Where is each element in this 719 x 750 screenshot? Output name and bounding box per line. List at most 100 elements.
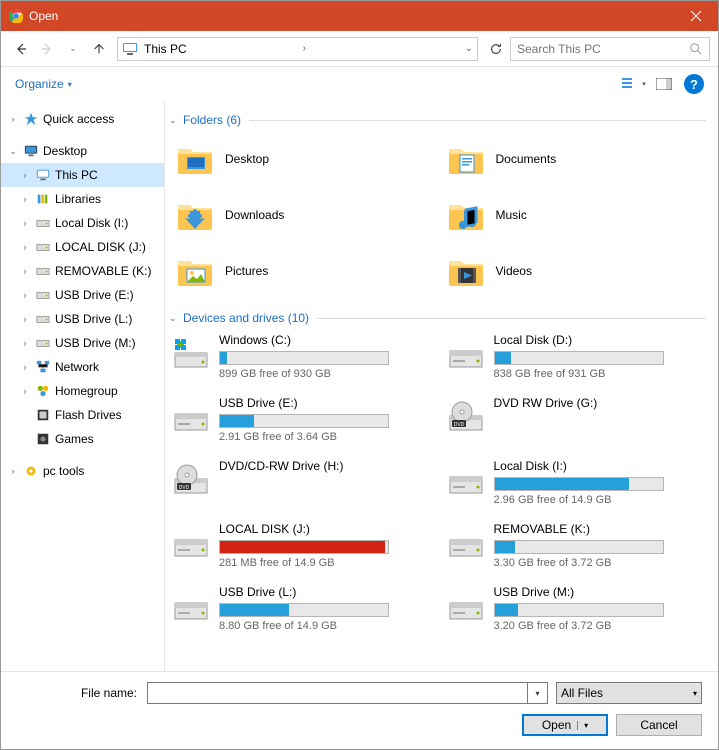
drive-local-disk-j-[interactable]: LOCAL DISK (J:)281 MB free of 14.9 GB xyxy=(169,520,432,571)
hdd-icon xyxy=(35,215,51,231)
sidebar-item-usb-drive-m-[interactable]: ›USB Drive (M:) xyxy=(1,331,164,355)
sidebar-item-flash-drives[interactable]: Flash Drives xyxy=(1,403,164,427)
filename-input[interactable] xyxy=(147,682,528,704)
sidebar-item-homegroup[interactable]: ›Homegroup xyxy=(1,379,164,403)
refresh-button[interactable] xyxy=(484,37,508,61)
sidebar-item-label: USB Drive (E:) xyxy=(55,288,134,302)
chevron-down-icon: ⌄ xyxy=(169,115,183,126)
breadcrumb[interactable]: This PC › ⌄ xyxy=(117,37,478,61)
sidebar-item-pc-tools[interactable]: › pc tools xyxy=(1,459,164,483)
drive-icon xyxy=(171,398,211,438)
up-button[interactable] xyxy=(87,37,111,61)
drive-local-disk-i-[interactable]: Local Disk (I:)2.96 GB free of 14.9 GB xyxy=(444,457,707,508)
help-button[interactable]: ? xyxy=(684,74,704,94)
hdd-icon xyxy=(35,311,51,327)
drive-local-disk-d-[interactable]: Local Disk (D:)838 GB free of 931 GB xyxy=(444,331,707,382)
expander-icon: › xyxy=(7,114,19,124)
breadcrumb-text: This PC xyxy=(144,42,299,56)
sidebar-item-local-disk-j-[interactable]: ›LOCAL DISK (J:) xyxy=(1,235,164,259)
titlebar: Open xyxy=(1,1,718,31)
folder-desktop[interactable]: Desktop xyxy=(169,133,436,185)
sidebar-item-label: REMOVABLE (K:) xyxy=(55,264,151,278)
pc-icon xyxy=(122,41,138,57)
drive-free-text: 3.20 GB free of 3.72 GB xyxy=(494,620,705,632)
svg-text:DVD: DVD xyxy=(179,485,190,491)
file-type-filter[interactable]: All Files ▾ xyxy=(556,682,702,704)
sidebar-item-network[interactable]: ›Network xyxy=(1,355,164,379)
drive-icon xyxy=(446,461,486,501)
preview-pane-button[interactable] xyxy=(650,73,678,95)
sidebar-item-removable-k-[interactable]: ›REMOVABLE (K:) xyxy=(1,259,164,283)
folder-videos[interactable]: Videos xyxy=(440,245,707,297)
sidebar-item-this-pc[interactable]: ›This PC xyxy=(1,163,164,187)
filename-label: File name: xyxy=(17,686,147,700)
gear-icon xyxy=(23,463,39,479)
hdd-icon xyxy=(35,287,51,303)
expander-icon: › xyxy=(7,466,19,476)
folder-documents[interactable]: Documents xyxy=(440,133,707,185)
group-header-drives[interactable]: ⌄ Devices and drives (10) xyxy=(169,311,706,325)
back-button[interactable] xyxy=(9,37,33,61)
drive-label: REMOVABLE (K:) xyxy=(494,522,705,536)
forward-button[interactable] xyxy=(35,37,59,61)
sidebar-item-usb-drive-l-[interactable]: ›USB Drive (L:) xyxy=(1,307,164,331)
group-header-folders[interactable]: ⌄ Folders (6) xyxy=(169,113,706,127)
usage-bar xyxy=(494,603,664,617)
sidebar-item-libraries[interactable]: › Libraries xyxy=(1,187,164,211)
folder-downloads[interactable]: Downloads xyxy=(169,189,436,241)
sidebar-item-games[interactable]: Games xyxy=(1,427,164,451)
monitor-icon xyxy=(23,143,39,159)
sidebar-item-label: This PC xyxy=(55,168,98,182)
search-box[interactable] xyxy=(510,37,710,61)
folder-pictures[interactable]: Pictures xyxy=(169,245,436,297)
drive-dvd-rw-drive-g-[interactable]: DVD DVD RW Drive (G:) xyxy=(444,394,707,445)
drive-label: USB Drive (E:) xyxy=(219,396,430,410)
drive-usb-drive-m-[interactable]: USB Drive (M:)3.20 GB free of 3.72 GB xyxy=(444,583,707,634)
dropdown-icon: ▾ xyxy=(68,80,72,89)
organize-button[interactable]: Organize ▾ xyxy=(15,77,72,91)
sidebar: ›Quick access⌄Desktop›This PC›Libraries›… xyxy=(1,101,165,671)
drive-label: USB Drive (L:) xyxy=(219,585,430,599)
sidebar-item-local-disk-i-[interactable]: ›Local Disk (I:) xyxy=(1,211,164,235)
drive-usb-drive-e-[interactable]: USB Drive (E:)2.91 GB free of 3.64 GB xyxy=(169,394,432,445)
drive-windows-c-[interactable]: Windows (C:) 899 GB free of 930 GB xyxy=(169,331,432,382)
close-button[interactable] xyxy=(673,1,718,31)
folder-music[interactable]: Music xyxy=(440,189,707,241)
filename-dropdown[interactable]: ▾ xyxy=(528,682,548,704)
svg-text:DVD: DVD xyxy=(453,422,464,428)
folder-label: Desktop xyxy=(225,152,269,166)
toolbar: Organize ▾ ▾ ? xyxy=(1,67,718,101)
open-button[interactable]: Open ▾ xyxy=(522,714,608,736)
drive-label: DVD RW Drive (G:) xyxy=(494,396,705,410)
folder-label: Music xyxy=(496,208,527,222)
pc-icon xyxy=(35,167,51,183)
cancel-button[interactable]: Cancel xyxy=(616,714,702,736)
navigation-bar: ⌄ This PC › ⌄ xyxy=(1,31,718,67)
hdd-icon xyxy=(35,263,51,279)
star-icon xyxy=(23,111,39,127)
group-title: Devices and drives (10) xyxy=(183,311,309,325)
expander-icon: › xyxy=(19,194,31,204)
documents-folder-icon xyxy=(444,137,488,181)
drive-dvd-cd-rw-drive-h-[interactable]: DVDDVD/CD-RW Drive (H:) xyxy=(169,457,432,508)
videos-folder-icon xyxy=(444,249,488,293)
sidebar-item-label: Quick access xyxy=(43,112,114,126)
sidebar-item-label: Network xyxy=(55,360,99,374)
recent-locations-button[interactable]: ⌄ xyxy=(61,37,85,61)
drive-icon xyxy=(446,587,486,627)
chevron-down-icon[interactable]: ⌄ xyxy=(465,43,473,54)
drive-icon xyxy=(171,587,211,627)
drive-usb-drive-l-[interactable]: USB Drive (L:)8.80 GB free of 14.9 GB xyxy=(169,583,432,634)
sidebar-item-label: Libraries xyxy=(55,192,101,206)
drive-removable-k-[interactable]: REMOVABLE (K:)3.30 GB free of 3.72 GB xyxy=(444,520,707,571)
sidebar-item-usb-drive-e-[interactable]: ›USB Drive (E:) xyxy=(1,283,164,307)
sidebar-item-label: pc tools xyxy=(43,464,84,478)
search-input[interactable] xyxy=(517,42,689,56)
view-options-button[interactable]: ▾ xyxy=(620,73,648,95)
sidebar-item-quick-access[interactable]: › Quick access xyxy=(1,107,164,131)
drive-label: Windows (C:) xyxy=(219,333,430,347)
downloads-folder-icon xyxy=(173,193,217,237)
sidebar-item-desktop[interactable]: ⌄Desktop xyxy=(1,139,164,163)
pictures-folder-icon xyxy=(173,249,217,293)
drive-free-text: 899 GB free of 930 GB xyxy=(219,368,430,380)
